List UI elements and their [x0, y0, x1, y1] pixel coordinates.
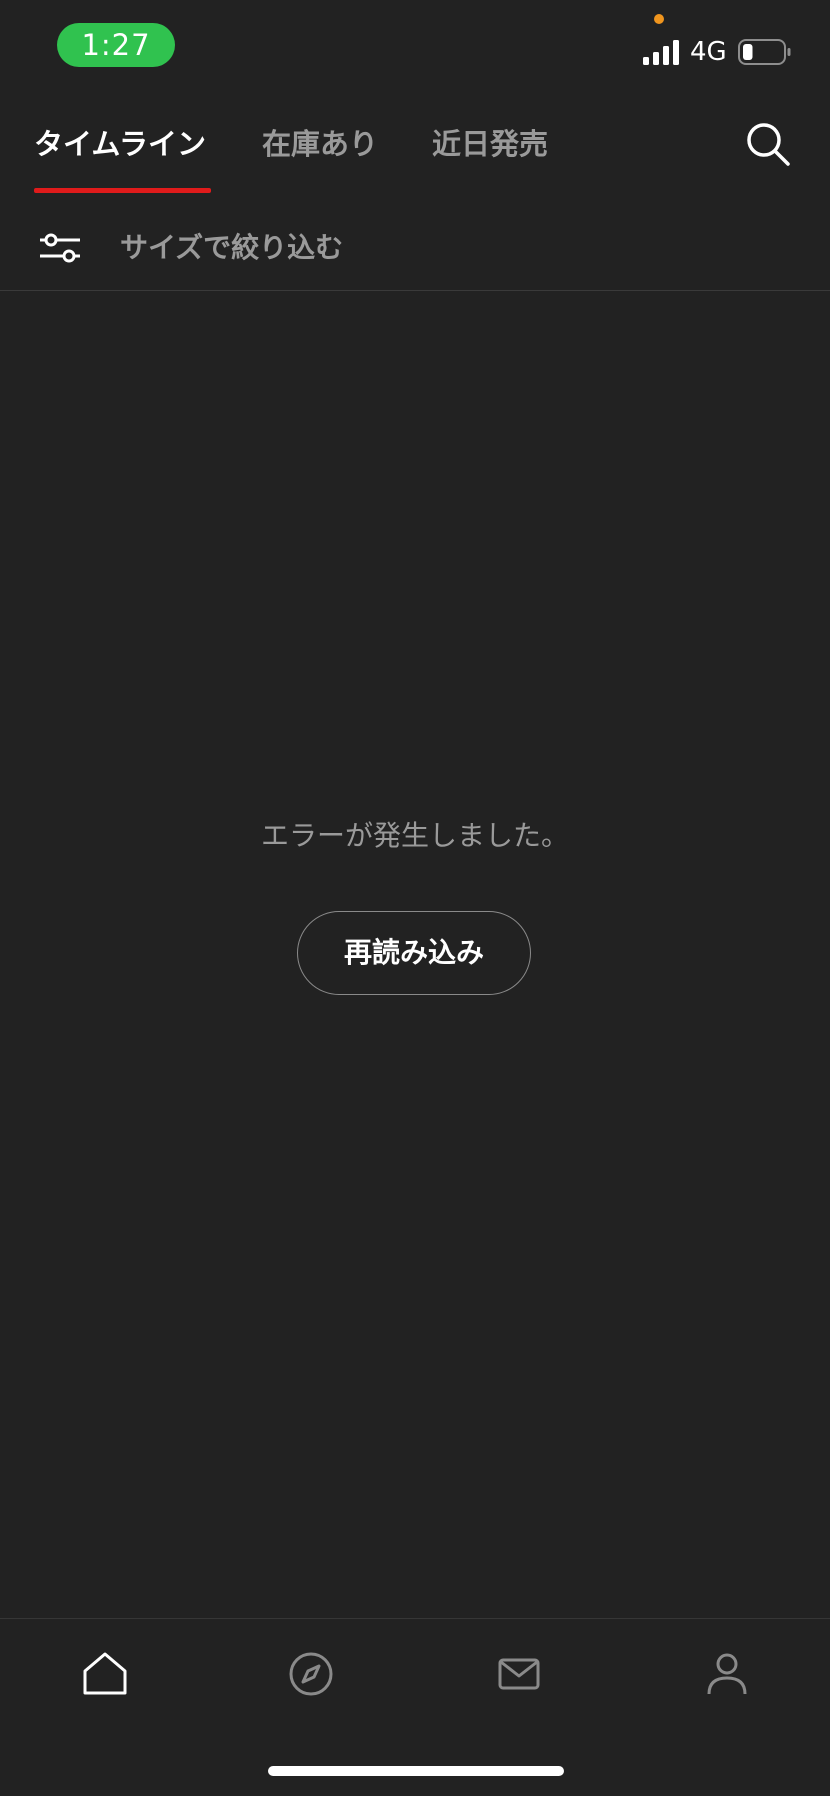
reload-button[interactable]: 再読み込み	[297, 911, 531, 995]
app-screen: 1:27 4G タイムライン 在庫あり 近日発売 サイズで絞り込む エラーが発生…	[0, 0, 830, 1796]
top-tab-bar: タイムライン 在庫あり 近日発売	[0, 100, 830, 196]
battery-level-fill	[743, 44, 753, 60]
size-filter-row[interactable]: サイズで絞り込む	[0, 206, 830, 291]
tab-in-stock[interactable]: 在庫あり	[262, 120, 378, 168]
privacy-indicator-dot	[654, 14, 664, 24]
size-filter-label: サイズで絞り込む	[120, 231, 344, 264]
network-type: 4G	[690, 37, 727, 67]
status-time: 1:27	[57, 23, 175, 67]
sliders-icon	[40, 233, 80, 263]
tab-upcoming-release[interactable]: 近日発売	[432, 120, 548, 168]
error-message: エラーが発生しました。	[260, 819, 569, 852]
status-bar: 1:27 4G	[0, 0, 830, 92]
active-tab-indicator	[34, 188, 211, 193]
home-icon[interactable]	[80, 1649, 130, 1699]
cellular-signal-icon	[643, 40, 679, 65]
compass-icon[interactable]	[286, 1649, 336, 1699]
search-icon[interactable]	[744, 120, 792, 168]
user-icon[interactable]	[702, 1649, 752, 1699]
tab-timeline[interactable]: タイムライン	[34, 120, 206, 168]
mail-icon[interactable]	[494, 1649, 544, 1699]
battery-icon	[738, 39, 791, 65]
home-indicator-bar[interactable]	[268, 1766, 564, 1776]
